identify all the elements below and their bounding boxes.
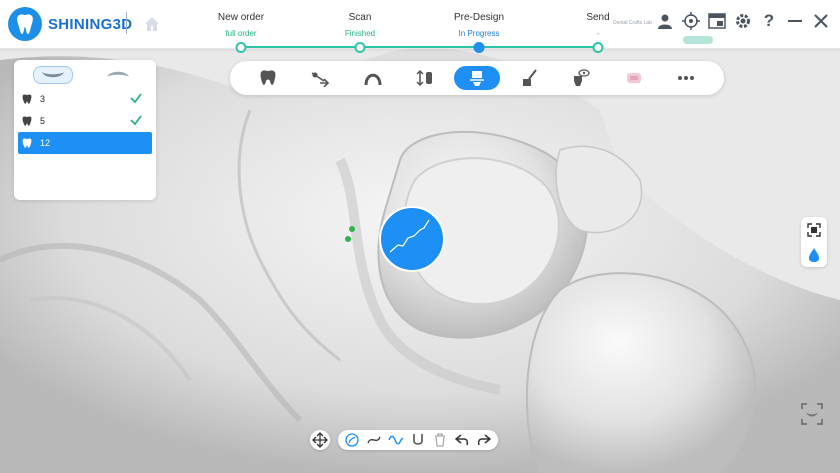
window-controls: ? bbox=[656, 11, 830, 30]
gear-icon[interactable] bbox=[734, 12, 752, 30]
brush-icon[interactable] bbox=[506, 66, 552, 90]
tooth-icon bbox=[22, 138, 32, 148]
check-icon bbox=[130, 93, 142, 104]
step-status: - bbox=[596, 29, 600, 38]
tooth-icon bbox=[22, 94, 32, 104]
water-drop-icon[interactable] bbox=[805, 246, 823, 264]
workflow-step-new-order[interactable]: New order full order bbox=[181, 0, 301, 38]
step-title: Scan bbox=[348, 12, 372, 23]
top-bar: SHINING3D New order full order Scan Fini… bbox=[0, 0, 840, 53]
close-icon[interactable] bbox=[812, 12, 830, 30]
tooth-number: 5 bbox=[40, 116, 46, 126]
lower-jaw-tab[interactable] bbox=[99, 66, 137, 82]
minimize-icon[interactable] bbox=[786, 12, 804, 30]
check-icon bbox=[130, 115, 142, 126]
redo-icon[interactable] bbox=[476, 432, 492, 448]
step-status: In Progress bbox=[458, 29, 500, 38]
step-dot bbox=[354, 42, 366, 53]
adjust-tooth-icon[interactable] bbox=[402, 66, 448, 90]
step-title: Pre-Design bbox=[453, 12, 505, 23]
delete-icon[interactable] bbox=[432, 432, 448, 448]
move-icon[interactable] bbox=[310, 430, 330, 450]
logo-divider bbox=[126, 12, 127, 34]
user-icon[interactable] bbox=[656, 12, 674, 30]
view-widget bbox=[801, 217, 827, 267]
tooth-item-3[interactable]: 3 bbox=[14, 88, 156, 110]
jaw-tabs bbox=[14, 60, 156, 88]
smooth-icon[interactable] bbox=[366, 432, 382, 448]
target-icon[interactable] bbox=[682, 12, 700, 30]
more-icon[interactable] bbox=[663, 66, 709, 90]
margin-line-icon[interactable] bbox=[453, 66, 500, 90]
tooth-number: 12 bbox=[40, 138, 51, 148]
tooth-list-panel: 3 5 12 bbox=[14, 60, 156, 200]
magnifier-lens[interactable] bbox=[379, 206, 445, 272]
tooth-item-5[interactable]: 5 bbox=[14, 110, 156, 132]
tooth-icon[interactable] bbox=[245, 66, 291, 90]
curve-tools bbox=[338, 430, 498, 450]
upper-jaw-tab[interactable] bbox=[33, 66, 73, 84]
insertion-axis-icon[interactable] bbox=[297, 66, 343, 90]
screenshot-icon[interactable] bbox=[800, 402, 824, 426]
workflow-step-send[interactable]: Send - bbox=[538, 0, 658, 38]
tooth-logo-icon bbox=[8, 7, 42, 41]
step-dot bbox=[235, 42, 247, 53]
tooth-item-12[interactable]: 12 bbox=[18, 132, 152, 154]
wave-icon[interactable] bbox=[388, 432, 404, 448]
step-title: New order bbox=[217, 12, 265, 23]
status-badge bbox=[683, 36, 713, 44]
arch-icon[interactable] bbox=[350, 66, 396, 90]
step-status: Finished bbox=[344, 29, 376, 38]
design-toolbar bbox=[230, 61, 724, 95]
margin-point-icon bbox=[345, 236, 351, 242]
fit-view-icon[interactable] bbox=[805, 221, 823, 239]
lab-name: Dental Crafts Lab bbox=[613, 20, 652, 26]
tooth-icon bbox=[22, 116, 32, 126]
brand-name: SHINING3D bbox=[48, 15, 133, 33]
home-icon[interactable] bbox=[142, 14, 162, 34]
crown-preview-icon[interactable] bbox=[611, 66, 657, 90]
margin-point-icon bbox=[349, 226, 355, 232]
undo-icon[interactable] bbox=[454, 432, 470, 448]
help-icon[interactable]: ? bbox=[760, 11, 778, 30]
brand-logo: SHINING3D bbox=[8, 7, 132, 41]
workflow-progress-line bbox=[241, 46, 599, 48]
workflow-step-scan[interactable]: Scan Finished bbox=[300, 0, 420, 38]
step-status: full order bbox=[225, 29, 257, 38]
step-dot-current bbox=[473, 42, 485, 53]
step-dot bbox=[592, 42, 604, 53]
edit-toolbar bbox=[310, 430, 498, 450]
window-icon[interactable] bbox=[708, 12, 726, 30]
tooth-number: 3 bbox=[40, 94, 46, 104]
workflow-step-pre-design[interactable]: Pre-Design In Progress bbox=[419, 0, 539, 38]
view-tooth-icon[interactable] bbox=[558, 66, 604, 90]
magnet-icon[interactable] bbox=[410, 432, 426, 448]
draw-curve-icon[interactable] bbox=[344, 432, 360, 448]
